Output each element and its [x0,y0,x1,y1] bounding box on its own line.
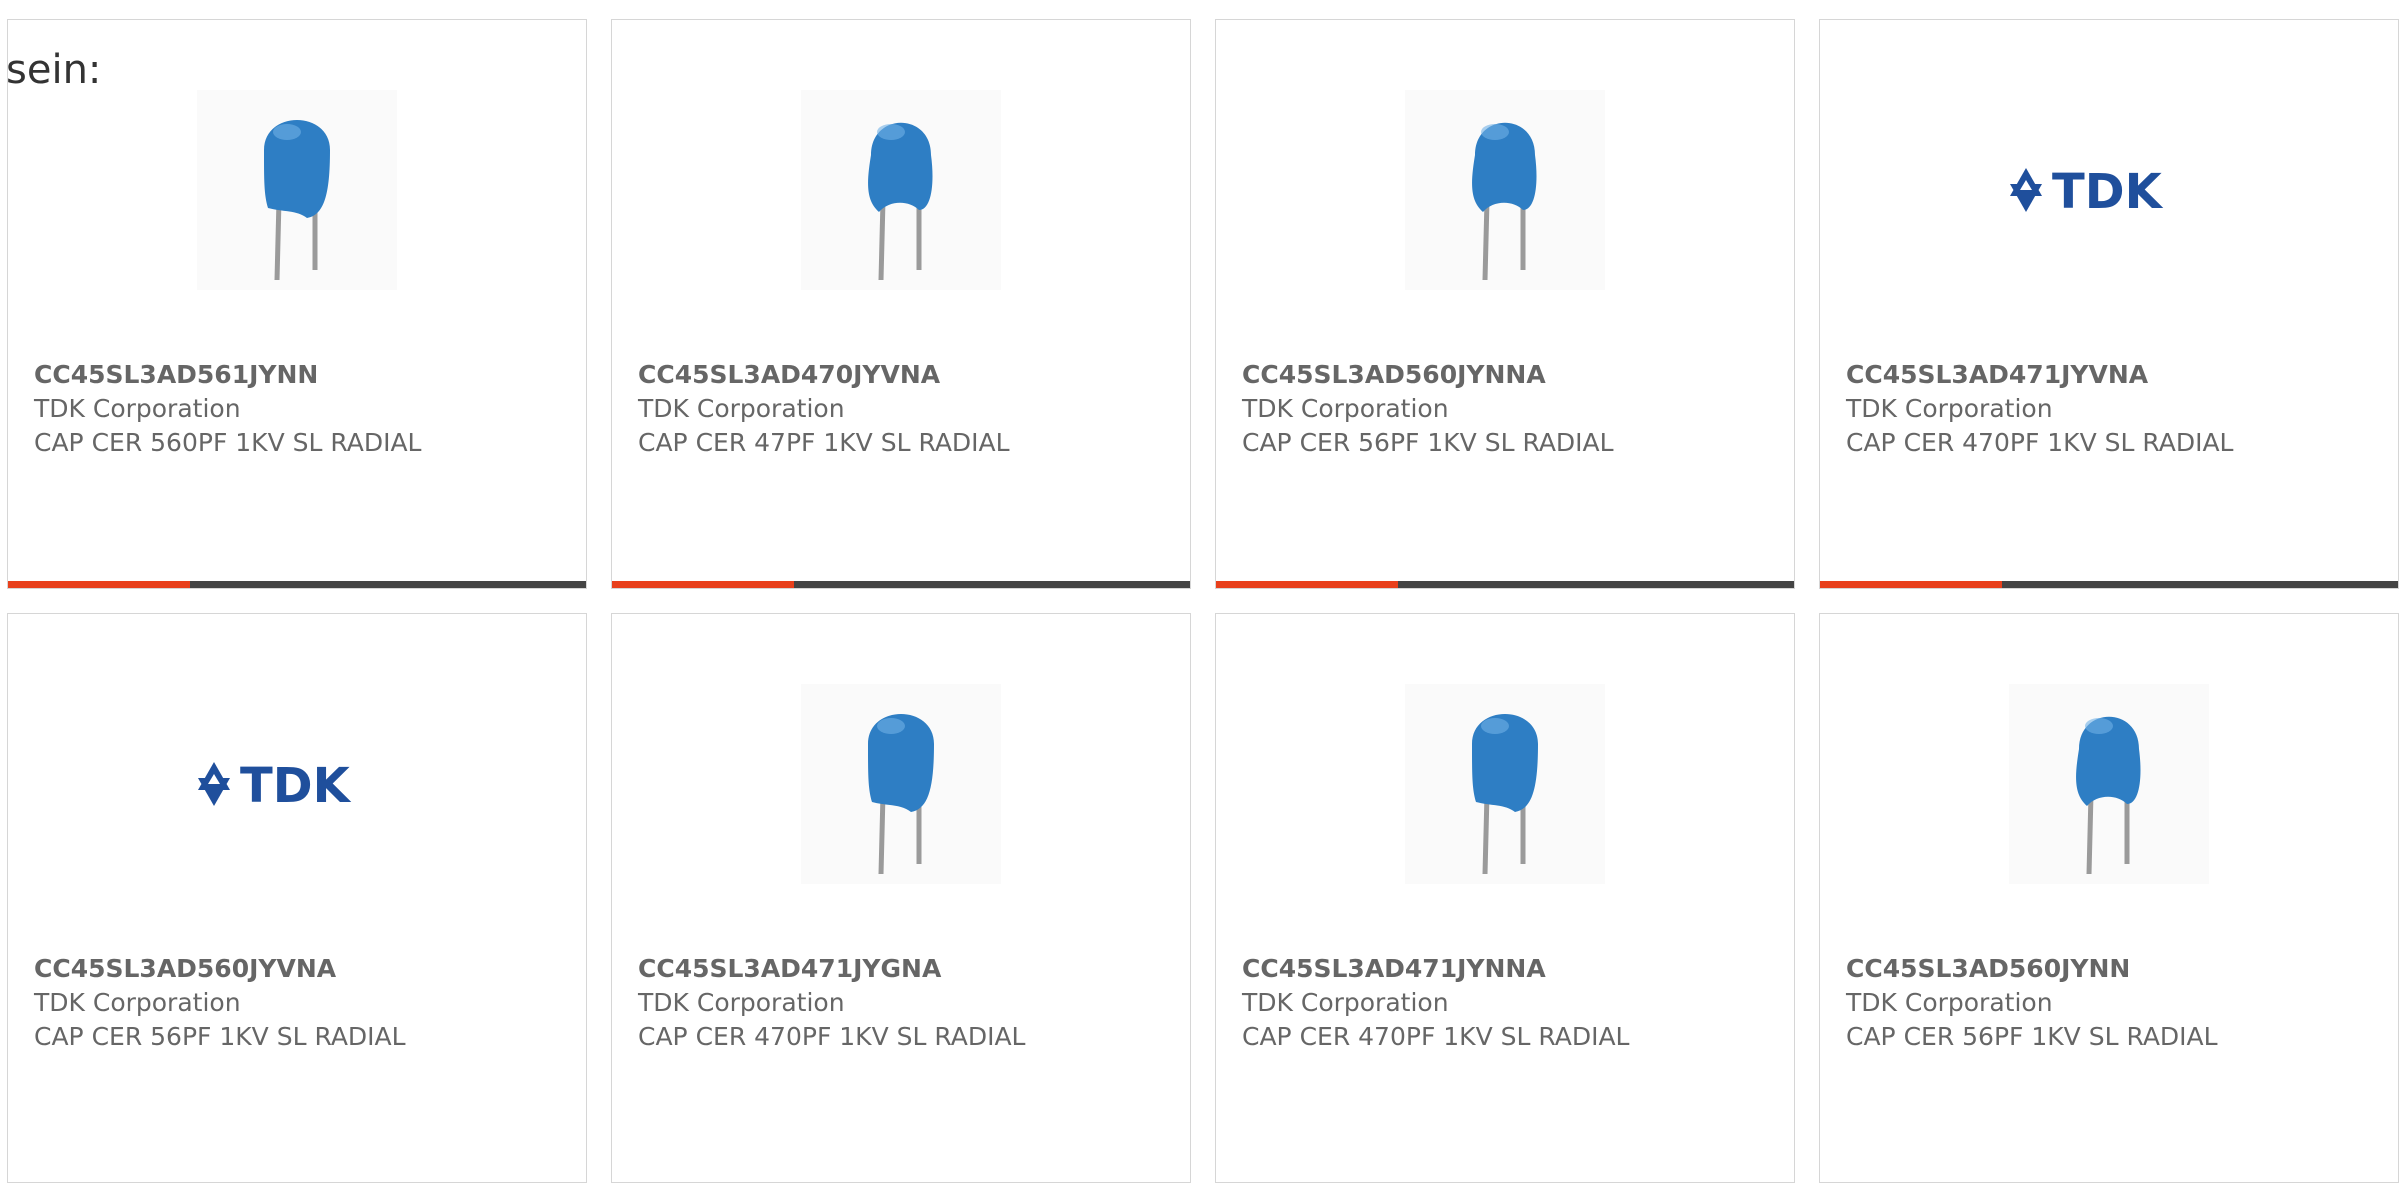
product-card[interactable]: TDK CC45SL3AD471JYVNA TDK Corporation CA… [1819,19,2399,589]
part-number-link[interactable]: CC45SL3AD560JYNN [1846,952,2378,986]
capacitor-graphic [197,90,397,290]
card-hover-bar [1216,581,1794,588]
tdk-logo-image[interactable]: TDK [1820,90,2398,290]
capacitor-graphic [801,684,1001,884]
manufacturer-name: TDK Corporation [1846,988,2053,1017]
product-description: CAP CER 470PF 1KV SL RADIAL [638,1022,1026,1051]
part-number-link[interactable]: CC45SL3AD561JYNN [34,358,566,392]
card-accent-bar [1216,581,1398,588]
product-card[interactable]: CC45SL3AD561JYNN TDK Corporation CAP CER… [7,19,587,589]
capacitor-image[interactable] [1820,684,2398,884]
capacitor-image[interactable] [8,90,586,290]
part-number-link[interactable]: CC45SL3AD471JYVNA [1846,358,2378,392]
part-number-link[interactable]: CC45SL3AD560JYNNA [1242,358,1774,392]
manufacturer-name: TDK Corporation [638,394,845,423]
product-card[interactable]: CC45SL3AD560JYNN TDK Corporation CAP CER… [1819,613,2399,1183]
product-description: CAP CER 470PF 1KV SL RADIAL [1242,1022,1630,1051]
capacitor-image[interactable] [1216,684,1794,884]
capacitor-image[interactable] [612,90,1190,290]
manufacturer-name: TDK Corporation [34,988,241,1017]
tdk-logo-image[interactable]: TDK [8,684,586,884]
part-number-link[interactable]: CC45SL3AD471JYGNA [638,952,1170,986]
capacitor-graphic [1405,684,1605,884]
manufacturer-name: TDK Corporation [1242,988,1449,1017]
card-accent-bar [612,581,794,588]
card-accent-bar [8,581,190,588]
product-description: CAP CER 560PF 1KV SL RADIAL [34,428,422,457]
svg-text:TDK: TDK [2052,164,2164,220]
product-description: CAP CER 56PF 1KV SL RADIAL [1846,1022,2218,1051]
product-description: CAP CER 56PF 1KV SL RADIAL [1242,428,1614,457]
product-card[interactable]: TDK CC45SL3AD560JYVNA TDK Corporation CA… [7,613,587,1183]
product-description: CAP CER 47PF 1KV SL RADIAL [638,428,1010,457]
tdk-logo-graphic: TDK [2010,164,2164,220]
capacitor-graphic [801,90,1001,290]
tdk-logo-graphic: TDK [198,758,352,814]
manufacturer-name: TDK Corporation [34,394,241,423]
product-grid: CC45SL3AD561JYNN TDK Corporation CAP CER… [7,19,2400,1183]
part-number-link[interactable]: CC45SL3AD471JYNNA [1242,952,1774,986]
capacitor-image[interactable] [1216,90,1794,290]
product-description: CAP CER 470PF 1KV SL RADIAL [1846,428,2234,457]
part-number-link[interactable]: CC45SL3AD470JYVNA [638,358,1170,392]
capacitor-graphic [1405,90,1605,290]
manufacturer-name: TDK Corporation [638,988,845,1017]
intro-text: sein: [6,47,102,93]
card-hover-bar [8,581,586,588]
capacitor-graphic [2009,684,2209,884]
product-card[interactable]: CC45SL3AD471JYNNA TDK Corporation CAP CE… [1215,613,1795,1183]
svg-text:TDK: TDK [240,758,352,814]
card-accent-bar [1820,581,2002,588]
product-card[interactable]: CC45SL3AD471JYGNA TDK Corporation CAP CE… [611,613,1191,1183]
capacitor-image[interactable] [612,684,1190,884]
manufacturer-name: TDK Corporation [1242,394,1449,423]
card-hover-bar [1820,581,2398,588]
part-number-link[interactable]: CC45SL3AD560JYVNA [34,952,566,986]
card-hover-bar [612,581,1190,588]
product-card[interactable]: CC45SL3AD560JYNNA TDK Corporation CAP CE… [1215,19,1795,589]
manufacturer-name: TDK Corporation [1846,394,2053,423]
product-card[interactable]: CC45SL3AD470JYVNA TDK Corporation CAP CE… [611,19,1191,589]
product-description: CAP CER 56PF 1KV SL RADIAL [34,1022,406,1051]
